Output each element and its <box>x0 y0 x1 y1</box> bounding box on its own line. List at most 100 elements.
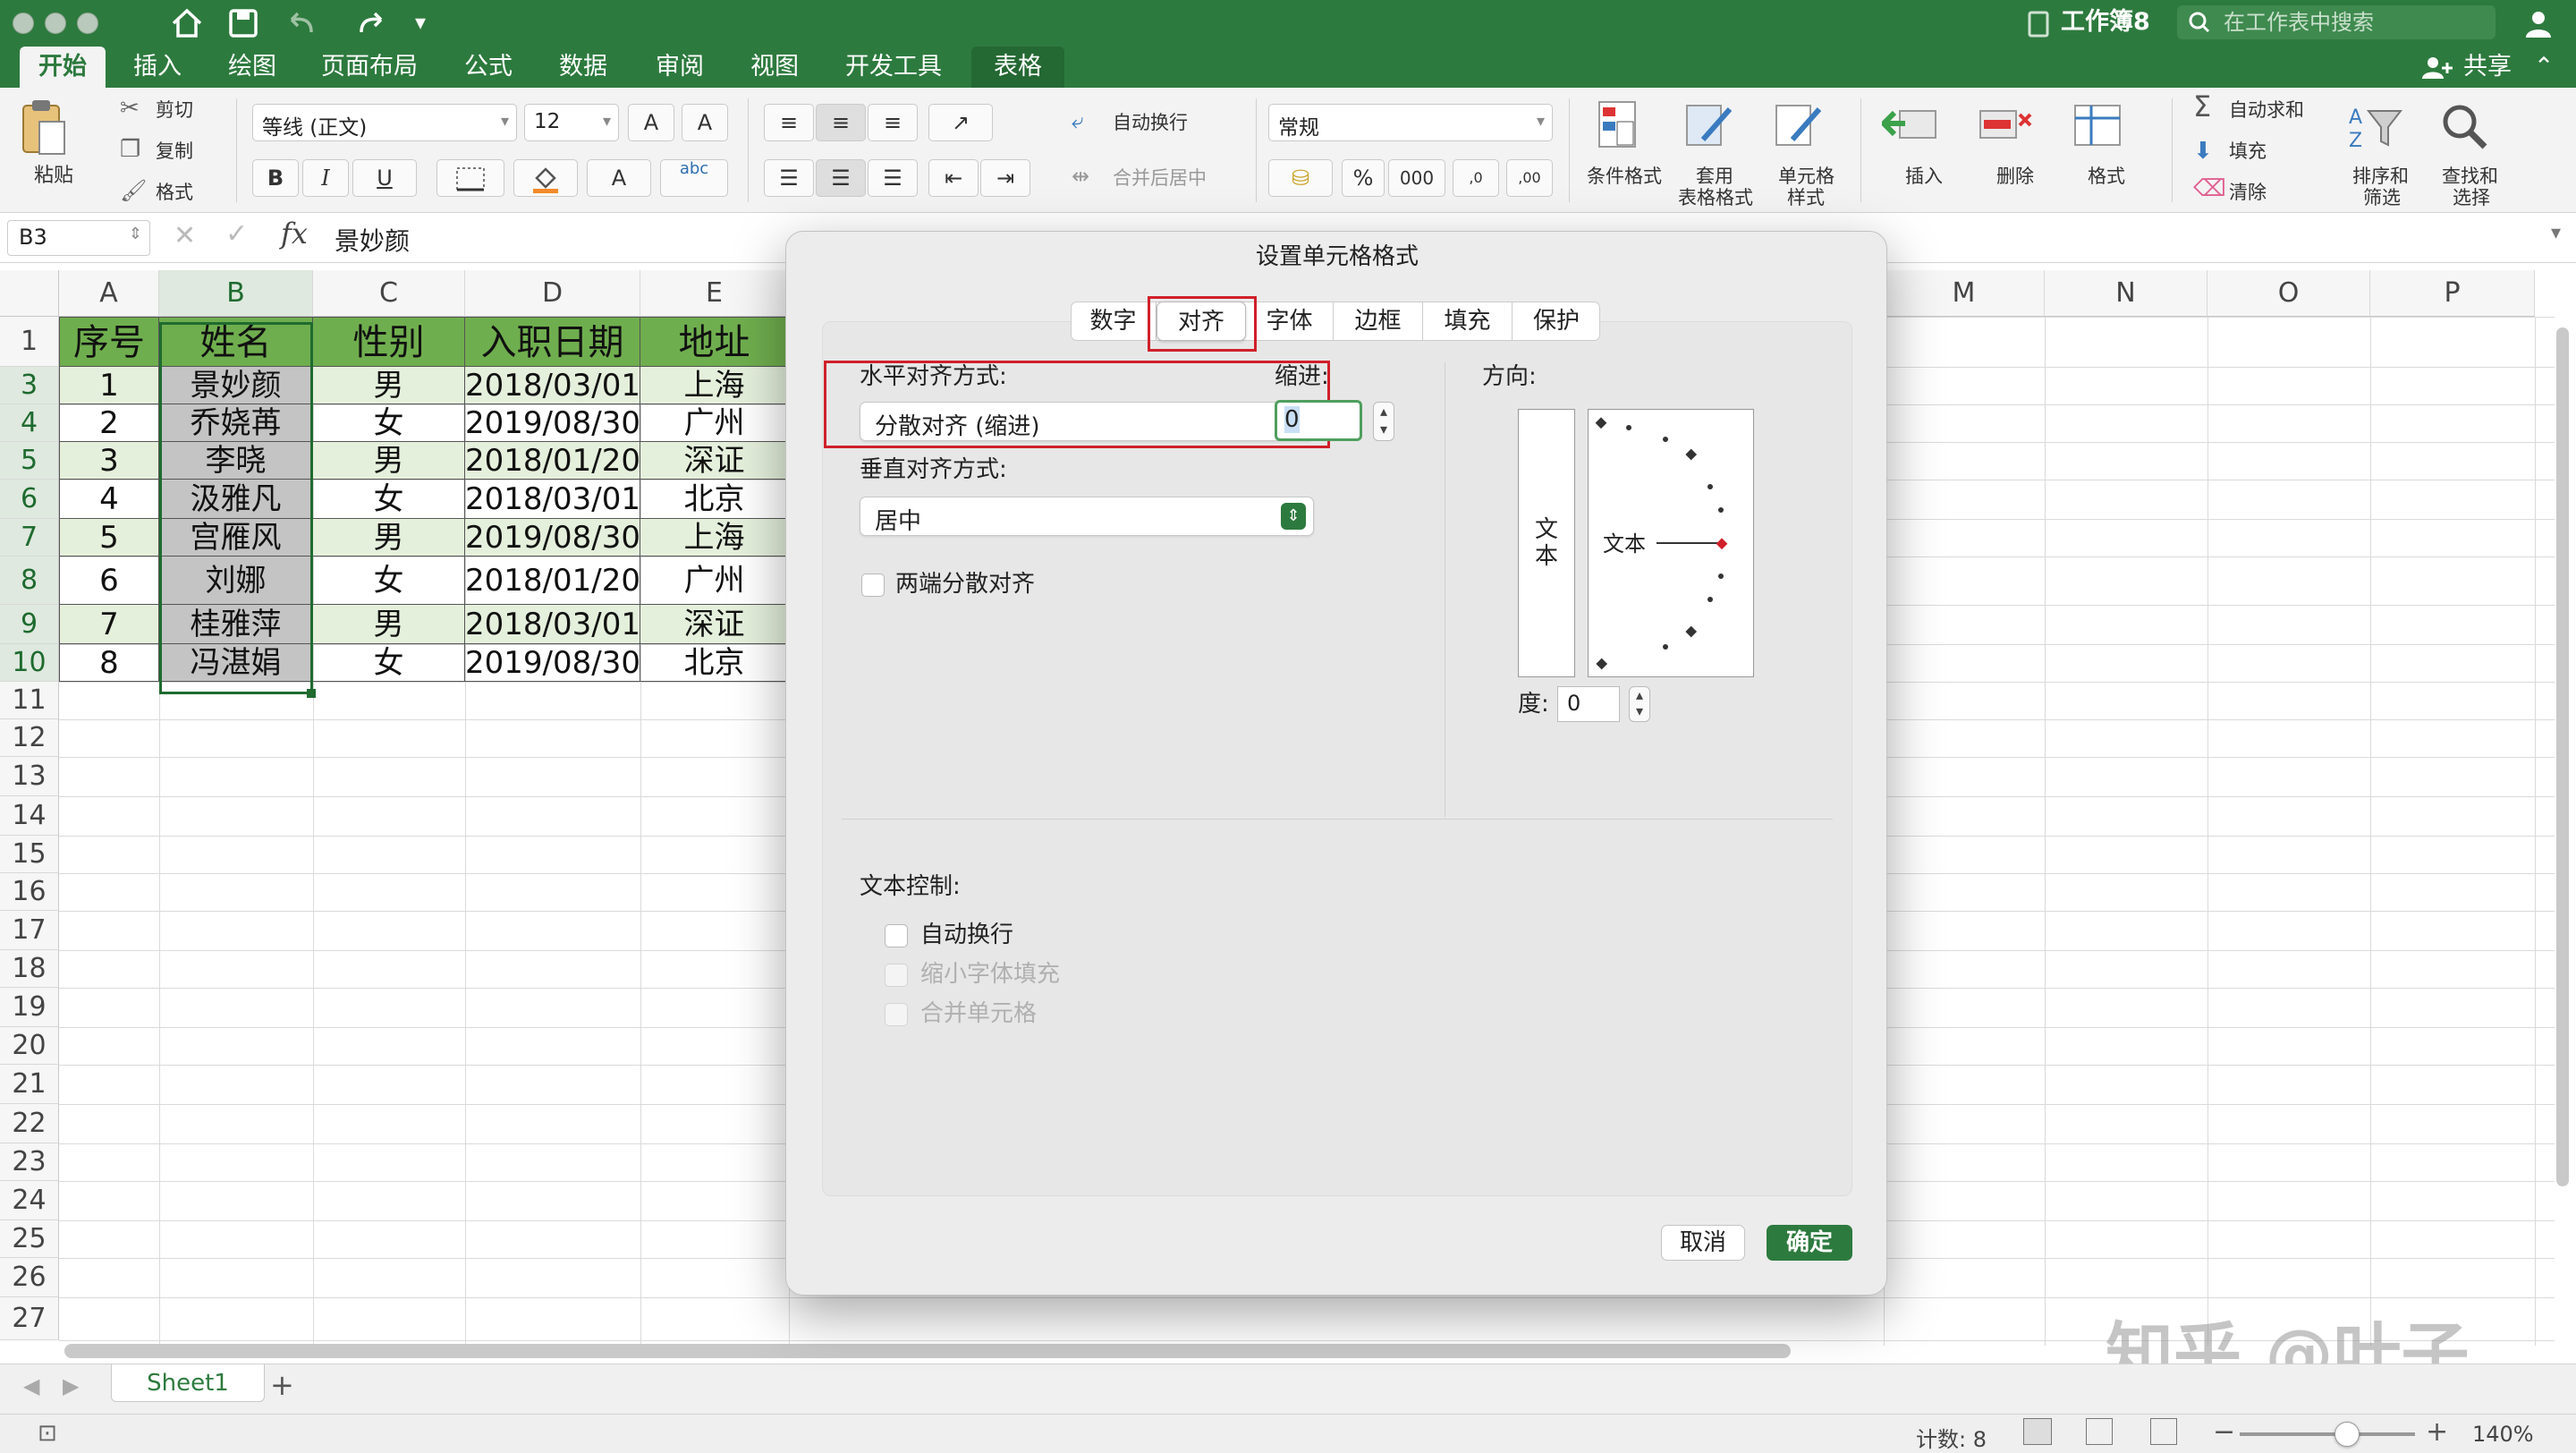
insert-cells-icon[interactable] <box>1882 106 1939 147</box>
column-header-d[interactable]: D <box>465 270 640 317</box>
table-cell[interactable]: 上海 <box>640 367 789 404</box>
cut-button[interactable]: 剪切 <box>156 98 193 122</box>
formula-input[interactable]: 景妙颜 <box>335 222 410 258</box>
grow-font-button[interactable]: A <box>628 104 674 141</box>
table-cell[interactable]: 汲雅凡 <box>159 480 313 519</box>
cancel-button[interactable]: 取消 <box>1661 1225 1745 1261</box>
number-format-select[interactable]: 常规 ▾ <box>1268 104 1553 141</box>
degree-input[interactable]: 0 <box>1557 686 1620 722</box>
table-cell[interactable]: 2019/08/30 <box>465 519 640 557</box>
clear-button[interactable]: 清除 <box>2229 181 2267 204</box>
table-cell[interactable]: 2018/03/01 <box>465 480 640 519</box>
table-cell[interactable]: 深证 <box>640 442 789 480</box>
table-header-cell[interactable]: 姓名 <box>159 317 313 367</box>
redo-icon[interactable] <box>352 9 388 38</box>
table-cell[interactable]: 7 <box>59 605 159 644</box>
zoom-slider-track[interactable] <box>2240 1432 2415 1436</box>
page-break-view-icon[interactable] <box>2150 1418 2177 1445</box>
justify-distributed-checkbox[interactable] <box>861 574 885 597</box>
table-cell[interactable]: 宫雁风 <box>159 519 313 557</box>
row-header[interactable]: 6 <box>0 480 59 519</box>
align-left-button[interactable]: ☰ <box>764 159 814 197</box>
tab-developer[interactable]: 开发工具 <box>837 47 950 88</box>
confirm-entry-icon[interactable]: ✓ <box>225 218 248 250</box>
row-header[interactable]: 13 <box>0 757 59 796</box>
close-window-button[interactable] <box>13 13 34 34</box>
table-cell[interactable]: 冯湛娟 <box>159 644 313 682</box>
autosum-button[interactable]: 自动求和 <box>2229 98 2304 122</box>
next-sheet-icon[interactable]: ▶ <box>63 1373 79 1398</box>
decrease-indent-button[interactable]: ⇤ <box>928 159 979 197</box>
wrap-text-checkbox[interactable] <box>885 924 908 947</box>
select-all-corner[interactable] <box>0 270 59 317</box>
row-header[interactable]: 1 <box>0 317 59 367</box>
shrink-font-button[interactable]: A <box>682 104 728 141</box>
add-sheet-button[interactable]: + <box>270 1368 294 1402</box>
zoom-out-button[interactable]: − <box>2213 1416 2235 1448</box>
horizontal-scrollbar[interactable] <box>64 1344 1791 1358</box>
align-middle-button[interactable]: ≡ <box>816 104 866 141</box>
row-header[interactable]: 23 <box>0 1143 59 1181</box>
table-header-cell[interactable]: 性别 <box>313 317 465 367</box>
table-cell[interactable]: 5 <box>59 519 159 557</box>
sheet-search-input[interactable]: 在工作表中搜索 <box>2177 5 2496 39</box>
row-header[interactable]: 25 <box>0 1220 59 1258</box>
row-header[interactable]: 9 <box>0 605 59 644</box>
column-header-m[interactable]: M <box>1884 270 2045 317</box>
increase-decimal-button[interactable]: ,0 <box>1453 159 1499 197</box>
accounting-format-button[interactable]: ⛁ <box>1268 159 1333 197</box>
table-cell[interactable]: 1 <box>59 367 159 404</box>
scissors-icon[interactable]: ✂ <box>120 97 140 120</box>
merge-center-button[interactable]: 合并后居中 <box>1113 166 1207 190</box>
zoom-in-button[interactable]: + <box>2426 1416 2448 1448</box>
table-cell[interactable]: 2 <box>59 404 159 442</box>
table-cell[interactable]: 女 <box>313 404 465 442</box>
table-cell[interactable]: 女 <box>313 557 465 605</box>
previous-sheet-icon[interactable]: ◀ <box>23 1373 39 1398</box>
fill-handle[interactable] <box>307 689 316 698</box>
column-header-n[interactable]: N <box>2045 270 2207 317</box>
tab-data[interactable]: 数据 <box>549 47 617 88</box>
tab-home[interactable]: 开始 <box>20 47 106 88</box>
copy-icon[interactable]: ❐ <box>120 138 140 161</box>
format-painter-button[interactable]: 格式 <box>156 181 193 204</box>
insert-function-button[interactable]: fx <box>281 217 308 251</box>
delete-cells-icon[interactable] <box>1979 106 2036 147</box>
table-cell[interactable]: 2019/08/30 <box>465 404 640 442</box>
bold-button[interactable]: B <box>252 159 299 197</box>
wrap-text-button[interactable]: 自动换行 <box>1113 111 1188 134</box>
row-header[interactable]: 11 <box>0 682 59 719</box>
table-cell[interactable]: 女 <box>313 480 465 519</box>
tab-insert[interactable]: 插入 <box>123 47 191 88</box>
zoom-slider-knob[interactable] <box>2334 1422 2360 1447</box>
row-header[interactable]: 22 <box>0 1104 59 1143</box>
vertical-text-box[interactable]: 文 本 <box>1518 409 1575 677</box>
table-cell[interactable]: 男 <box>313 367 465 404</box>
expand-formula-bar-icon[interactable]: ▾ <box>2551 222 2561 244</box>
tab-view[interactable]: 视图 <box>741 47 809 88</box>
table-cell[interactable]: 李晓 <box>159 442 313 480</box>
row-header[interactable]: 10 <box>0 644 59 682</box>
name-box[interactable]: B3 ⇕ <box>7 220 150 256</box>
orientation-dial[interactable]: 文本 <box>1588 409 1754 677</box>
row-header[interactable]: 3 <box>0 367 59 404</box>
align-top-button[interactable]: ≡ <box>764 104 814 141</box>
fill-button[interactable]: 填充 <box>2229 140 2267 163</box>
table-cell[interactable]: 2019/08/30 <box>465 644 640 682</box>
column-header-p[interactable]: P <box>2370 270 2535 317</box>
row-header[interactable]: 20 <box>0 1027 59 1065</box>
phonetic-button[interactable]: abc <box>660 159 728 197</box>
table-cell[interactable]: 乔娆苒 <box>159 404 313 442</box>
row-header[interactable]: 16 <box>0 873 59 911</box>
page-layout-view-icon[interactable] <box>2086 1418 2113 1445</box>
table-cell[interactable]: 2018/03/01 <box>465 605 640 644</box>
table-cell[interactable]: 广州 <box>640 404 789 442</box>
tab-review[interactable]: 审阅 <box>646 47 714 88</box>
macro-record-icon[interactable]: ⊡ <box>38 1420 57 1447</box>
row-header[interactable]: 7 <box>0 519 59 557</box>
share-button[interactable]: 共享 <box>2456 47 2519 88</box>
home-icon[interactable] <box>170 7 204 39</box>
table-cell[interactable]: 4 <box>59 480 159 519</box>
align-right-button[interactable]: ☰ <box>868 159 918 197</box>
sort-filter-icon[interactable]: AZ <box>2349 102 2404 152</box>
